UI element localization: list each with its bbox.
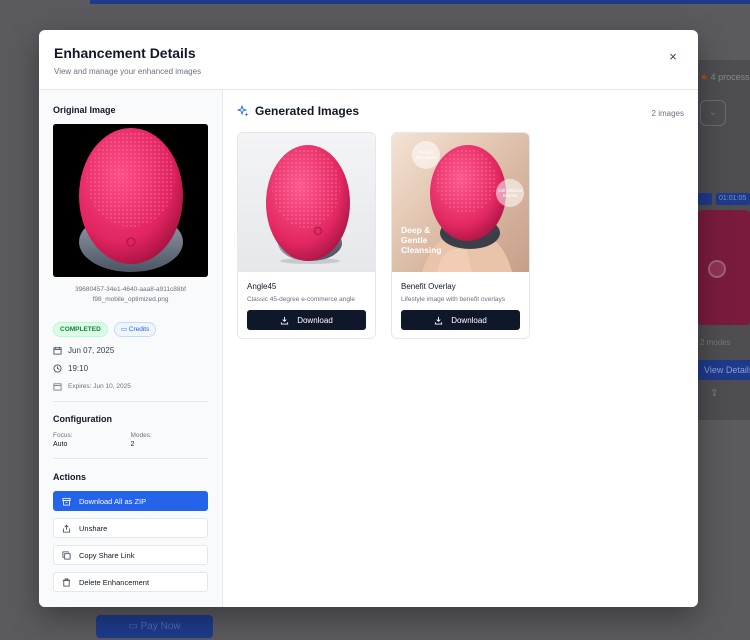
card-description: Classic 45-degree e-commerce angle [247,296,356,303]
copy-share-link-button[interactable]: Copy Share Link [53,545,208,565]
original-image[interactable] [53,124,208,277]
benefit-bubble: Soft Silicone Bristles [496,179,524,207]
copy-icon [62,550,71,560]
sparkles-icon [237,105,249,117]
modal-subtitle: View and manage your enhanced images [54,67,202,76]
calendar-icon [53,383,62,391]
trash-icon [62,577,71,587]
modes-value: 2 [130,441,135,448]
date-value: Jun 07, 2025 [68,346,115,355]
close-button[interactable]: × [666,50,680,64]
delete-enhancement-button[interactable]: Delete Enhancement [53,572,208,592]
background-view-details-button: View Details [696,360,750,380]
original-image-title: Original Image [53,105,116,115]
download-icon [435,316,443,325]
time-row: 19:10 [53,364,208,373]
configuration-title: Configuration [53,414,112,424]
clock-icon [53,364,62,373]
card-title: Benefit Overlay [401,282,456,291]
share-icon [62,524,71,533]
generated-image-angle45[interactable] [238,133,375,272]
download-all-zip-button[interactable]: Download All as ZIP [53,491,208,511]
generated-images-title: Generated Images [255,104,360,118]
divider [53,401,208,402]
status-badge: COMPLETED [53,322,108,337]
download-icon [281,316,289,325]
expires-value: Expires: Jun 10, 2025 [68,383,131,390]
background-select: ⌄ [700,100,726,126]
background-share-icon: ⇪ [710,388,719,399]
benefit-bubble: T-Sonic Pulsations [412,141,440,169]
download-button[interactable]: Download [401,310,520,330]
download-label: Download [297,315,333,325]
actions-title: Actions [53,472,87,482]
modal-title: Enhancement Details [54,45,196,61]
delete-enhancement-label: Delete Enhancement [79,577,150,587]
expires-row: Expires: Jun 10, 2025 [53,382,208,391]
card-title: Angle45 [247,282,277,291]
generated-image-card: Angle45 Classic 45-degree e-commerce ang… [237,132,376,339]
background-tag-time: 01:01:05 [716,193,750,205]
generated-images-panel: Generated Images 2 images Angle45 Classi… [223,90,698,607]
overlay-headline: Deep & Gentle Cleansing [401,225,442,255]
original-filename: 39680457-34e1-4640-aaa8-a911c88bf f98_mo… [75,286,186,303]
download-label: Download [451,315,487,325]
details-sidebar: Original Image 39680457-34e1-4640-aaa8-a… [39,90,223,607]
background-rating: ★ 4 process [700,72,750,82]
download-all-zip-label: Download All as ZIP [79,496,147,506]
background-modes: 2 modes [700,338,731,347]
background-pay-now-button: ▭ Pay Now [96,615,213,638]
unshare-label: Unshare [79,523,108,533]
image-count: 2 images [651,109,684,118]
focus-label: Focus: [53,432,73,439]
background-tag [698,193,712,205]
modes-label: Modes: [130,432,152,439]
background-topbar [90,0,750,4]
card-description: Lifestyle image with benefit overlays [401,296,506,303]
copy-share-link-label: Copy Share Link [79,550,135,560]
enhancement-details-modal: Enhancement Details View and manage your… [39,30,698,607]
divider [53,458,208,459]
generated-image-benefit-overlay[interactable]: T-Sonic Pulsations Soft Silicone Bristle… [392,133,529,272]
date-row: Jun 07, 2025 [53,346,208,355]
calendar-icon [53,346,62,355]
focus-value: Auto [53,441,68,448]
background-image-thumb [698,210,750,325]
credits-badge: ▭ Credits [113,322,157,337]
download-button[interactable]: Download [247,310,366,330]
generated-image-card: T-Sonic Pulsations Soft Silicone Bristle… [391,132,530,339]
archive-icon [62,497,71,506]
time-value: 19:10 [68,364,89,373]
unshare-button[interactable]: Unshare [53,518,208,538]
modal-header: Enhancement Details View and manage your… [39,30,698,90]
